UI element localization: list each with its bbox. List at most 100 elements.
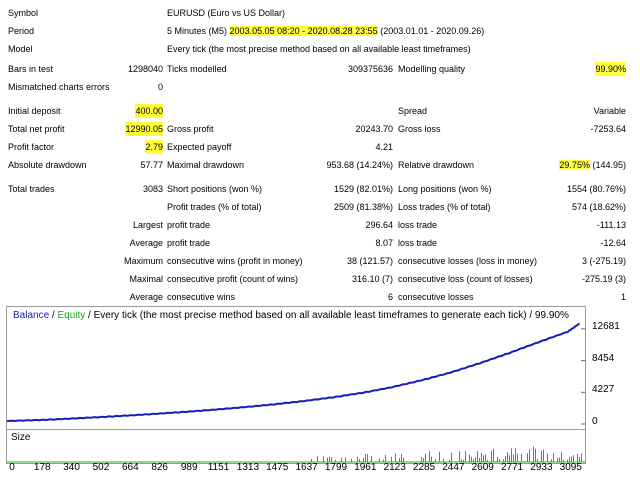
size-bar [561,452,562,462]
plot-area: Balance / Equity / Every tick (the most … [6,306,586,430]
period-value: 5 Minutes (M5) 2003.05.05 08:20 - 2020.0… [167,24,484,38]
size-bars-svg [7,446,585,463]
x-axis-labels: 0 178 340 502 664 826 989 1151 1313 1475 1637 1799 1… [6,462,634,476]
max-consec-losses-value: 3 (-275.19) [581,256,626,266]
period-prefix: 5 Minutes (M5) [167,26,228,36]
size-bar [485,454,486,462]
x-tick-label: 2771 [500,462,524,473]
deposit-value: 400.00 [135,104,163,118]
model-value: Every tick (the most precise method base… [167,44,471,54]
y-tick-label: 8454 [592,352,615,364]
x-tick-label: 2933 [530,462,553,473]
size-bar [483,455,484,462]
row-maximum: Maximum consecutive wins (profit in mone… [0,254,640,268]
size-bar [515,448,516,462]
size-bar [439,451,440,462]
legend-equity: Equity [57,310,86,321]
row-bars: Bars in test 1298040 Ticks modelled 3093… [0,62,640,76]
size-bar [469,454,470,462]
loss-trades-label: Loss trades (% of total) [398,202,491,212]
size-bar [481,452,482,462]
max-consec-losses-label: consecutive losses (loss in money) [398,256,538,266]
total-trades-label: Total trades [8,184,55,194]
gross-profit-label: Gross profit [167,124,214,134]
size-bar [509,455,510,462]
spread-label: Spread [398,106,428,116]
row-total-trades: Total trades 3083 Short positions (won %… [0,182,640,196]
x-tick-label: 989 [180,462,198,473]
x-tick-label: 2447 [442,462,465,473]
largest-profit-value: 296.64 [365,220,393,230]
size-bar [553,453,554,462]
total-trades-value: 3083 [142,184,163,194]
avg-consec-losses-value: 1 [620,292,626,302]
size-bar [581,453,582,462]
x-tick-label: 3095 [559,462,582,473]
chart-legend: Balance / Equity / Every tick (the most … [13,310,569,321]
rel-drawdown-label: Relative drawdown [398,160,475,170]
profit-trades-value: 2509 (81.38%) [333,202,393,212]
period-range: 2003.05.05 08:20 - 2020.08.28 23:55 [229,26,378,36]
largest-label: Largest [132,220,163,230]
largest-loss-label: loss trade [398,220,438,230]
size-bar [511,448,512,462]
size-bar [533,446,534,462]
quality-label: Modelling quality [398,64,466,74]
row-largest: Largest profit trade 296.64 loss trade -… [0,218,640,232]
period-label: Period [8,26,35,36]
mismatched-label: Mismatched charts errors [8,82,110,92]
long-positions-label: Long positions (won %) [398,184,492,194]
size-bar [521,453,522,462]
rel-drawdown-amount: (144.95) [592,160,626,170]
x-tick-label: 1637 [295,462,318,473]
net-profit-value: 12990.05 [125,122,163,136]
x-tick-label: 502 [92,462,110,473]
row-maximal: Maximal consecutive profit (count of win… [0,272,640,286]
ticks-label: Ticks modelled [167,64,227,74]
average-label: Average [129,238,163,248]
size-bar [465,451,466,462]
x-tick-label: 2123 [383,462,406,473]
average2-label: Average [129,292,163,302]
size-bar [451,452,452,462]
size-bar [367,454,368,462]
rel-drawdown-pct: 29.75% [559,160,590,170]
x-tick-label: 2609 [471,462,494,473]
avg-consec-losses-label: consecutive losses [398,292,474,302]
balance-series-line [7,322,581,423]
expected-payoff-value: 4.21 [375,142,393,152]
row-drawdown: Absolute drawdown 57.77 Maximal drawdown… [0,158,640,172]
size-bar [513,454,514,462]
profit-trades-label: Profit trades (% of total) [167,202,262,212]
net-profit-label: Total net profit [8,124,65,134]
average-loss-value: -12.64 [600,238,626,248]
size-bar [493,448,494,462]
size-bar [543,449,544,462]
expected-payoff-label: Expected payoff [167,142,232,152]
row-net-profit: Total net profit 12990.05 Gross profit 2… [0,122,640,136]
size-bar [429,451,430,462]
max-drawdown-label: Maximal drawdown [167,160,245,170]
row-profit-trades: Profit trades (% of total) 2509 (81.38%)… [0,200,640,214]
size-bar [365,453,366,462]
abs-drawdown-value: 57.77 [140,160,163,170]
maximal-profit-label: consecutive profit (count of wins) [167,274,299,284]
bars-label: Bars in test [8,64,54,74]
size-bar [517,453,518,462]
short-positions-label: Short positions (won %) [167,184,263,194]
rel-drawdown-value: 29.75% (144.95) [559,158,626,172]
model-label: Model [8,44,33,54]
maximum-label: Maximum [123,256,163,266]
size-bar [547,453,548,462]
legend-balance: Balance [13,310,50,321]
balance-chart: Balance / Equity / Every tick (the most … [6,306,634,476]
x-tick-label: 1961 [354,462,377,473]
gross-loss-value: -7253.64 [590,124,626,134]
x-tick-label: 0 [9,462,15,473]
size-bar [385,454,386,462]
size-bar [477,451,478,462]
x-tick-label: 178 [33,462,51,473]
size-bar [529,449,530,462]
average-profit-label: profit trade [167,238,211,248]
y-tick-label: 0 [592,416,598,427]
